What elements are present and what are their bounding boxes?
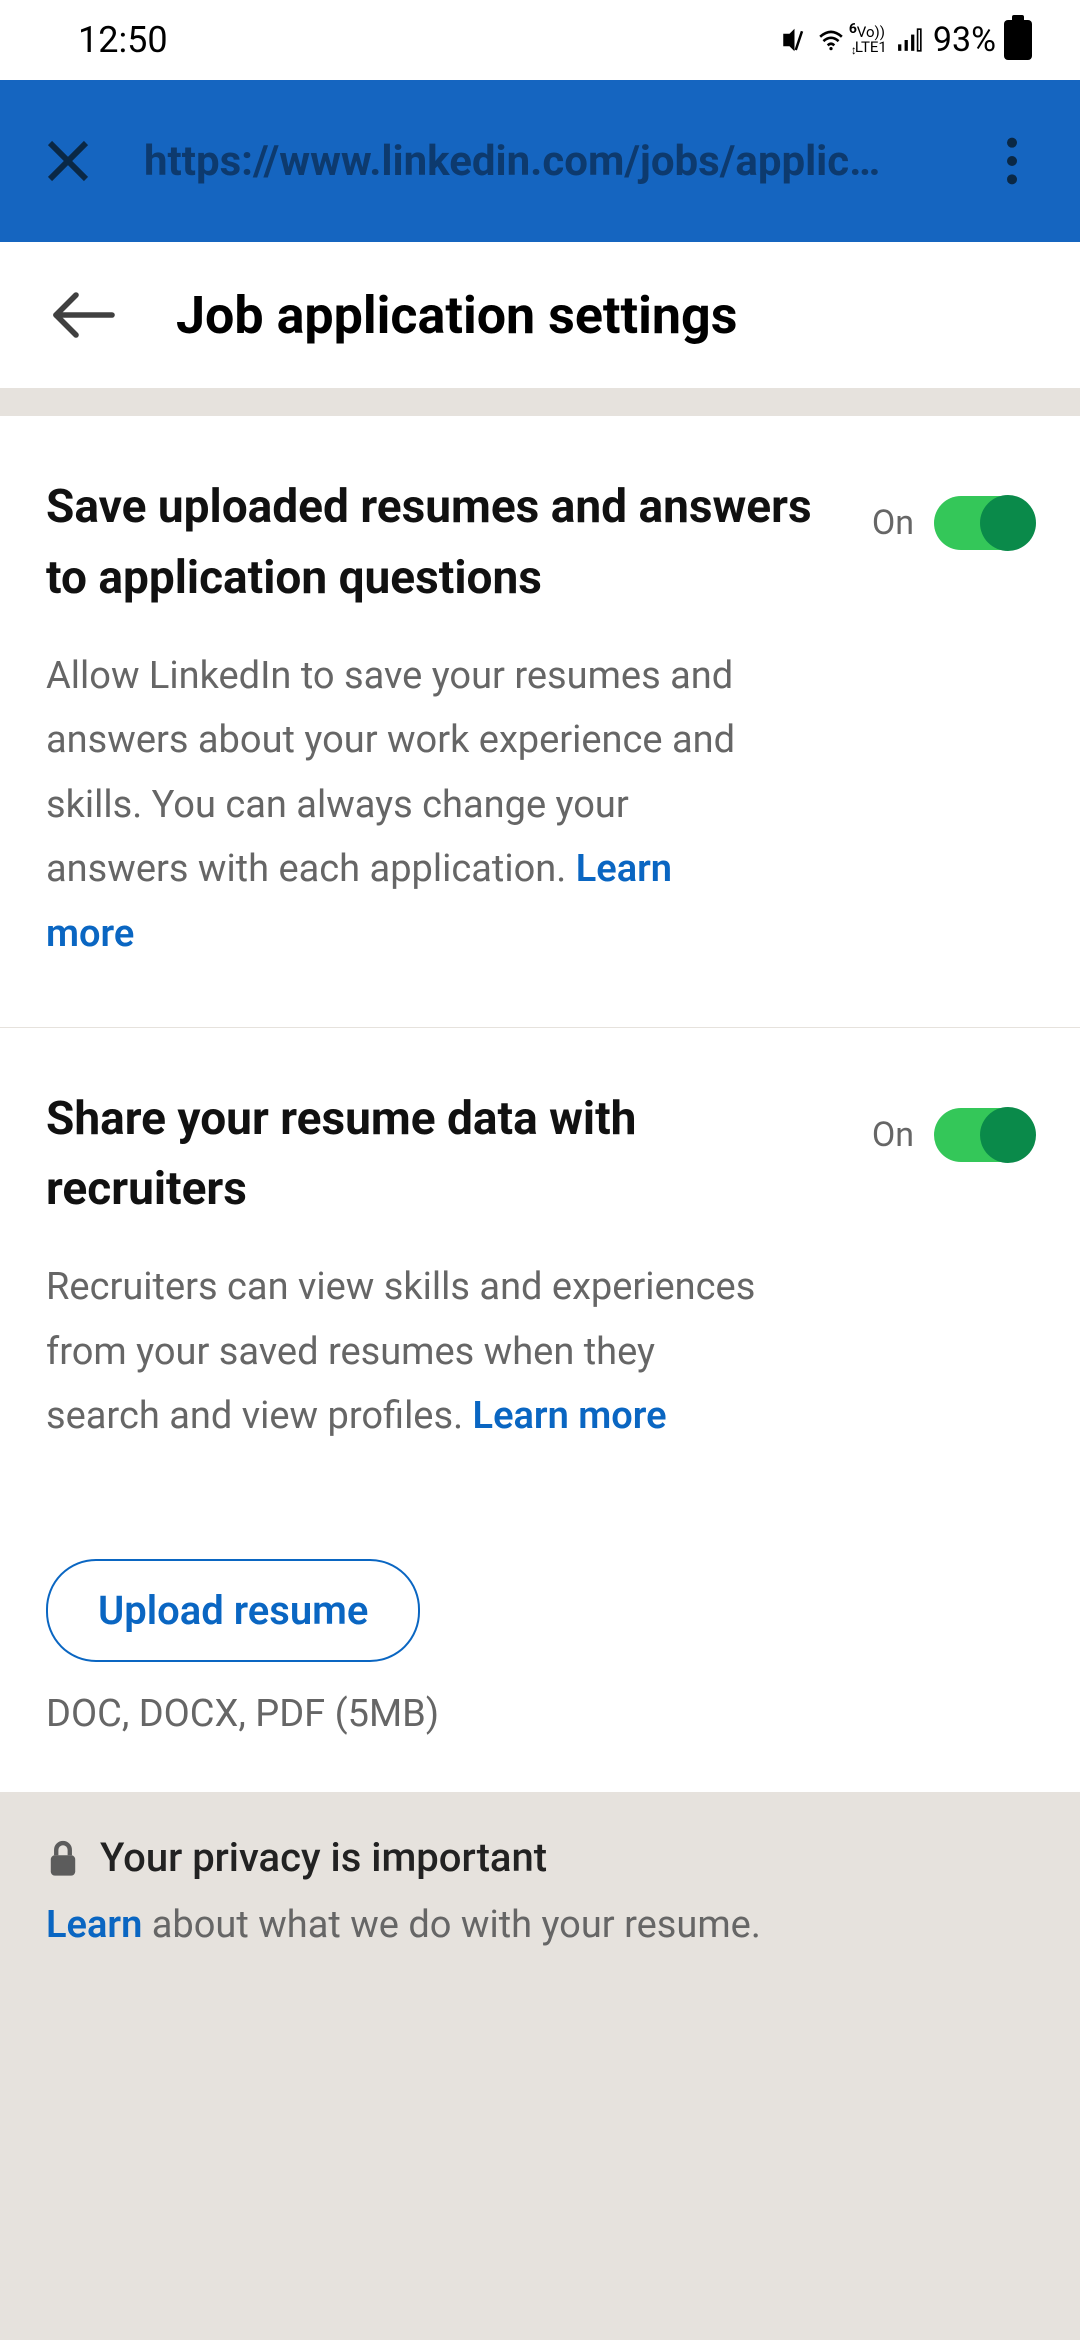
toggle-share-recruiters[interactable]	[934, 1108, 1034, 1162]
url-text[interactable]: https://www.linkedin.com/jobs/applic…	[144, 137, 884, 186]
toggle-state-label: On	[872, 503, 914, 543]
back-icon[interactable]	[48, 279, 120, 351]
more-icon[interactable]	[976, 125, 1048, 197]
toggle-save-resumes[interactable]	[934, 496, 1034, 550]
learn-more-link[interactable]: Learn more	[473, 1394, 667, 1438]
lock-icon	[46, 1839, 80, 1877]
battery-icon	[1004, 20, 1032, 60]
network-label: Vo)) LTE1	[855, 25, 887, 55]
privacy-learn-link[interactable]: Learn	[46, 1903, 142, 1947]
upload-hint: DOC, DOCX, PDF (5MB)	[46, 1692, 1034, 1736]
setting-save-resumes: Save uploaded resumes and answers to app…	[0, 416, 1080, 1028]
privacy-title: Your privacy is important	[100, 1834, 547, 1881]
setting-title: Share your resume data with recruiters	[46, 1084, 842, 1226]
settings-list: Save uploaded resumes and answers to app…	[0, 416, 1080, 1792]
setting-description: Allow LinkedIn to save your resumes and …	[46, 644, 766, 967]
mute-icon	[777, 25, 807, 55]
close-icon[interactable]	[32, 125, 104, 197]
browser-bar: https://www.linkedin.com/jobs/applic…	[0, 80, 1080, 242]
battery-percent: 93%	[933, 20, 996, 60]
status-time: 12:50	[78, 19, 168, 61]
signal-icon	[895, 27, 925, 53]
upload-section: Upload resume DOC, DOCX, PDF (5MB)	[0, 1509, 1080, 1792]
privacy-footer: Your privacy is important Learn about wh…	[0, 1792, 1080, 2340]
setting-share-recruiters: Share your resume data with recruiters O…	[0, 1028, 1080, 1509]
page-title: Job application settings	[176, 285, 737, 346]
privacy-text: Learn about what we do with your resume.	[46, 1903, 1034, 1947]
divider	[0, 388, 1080, 416]
setting-description: Recruiters can view skills and experienc…	[46, 1255, 766, 1449]
upload-resume-button[interactable]: Upload resume	[46, 1559, 420, 1662]
status-bar: 12:50 6 ↕ Vo)) LTE1 93%	[0, 0, 1080, 80]
toggle-state-label: On	[872, 1115, 914, 1155]
wifi-icon: 6 ↕	[815, 27, 847, 53]
page-header: Job application settings	[0, 242, 1080, 388]
setting-title: Save uploaded resumes and answers to app…	[46, 472, 842, 614]
status-indicators: 6 ↕ Vo)) LTE1 93%	[777, 20, 1032, 60]
